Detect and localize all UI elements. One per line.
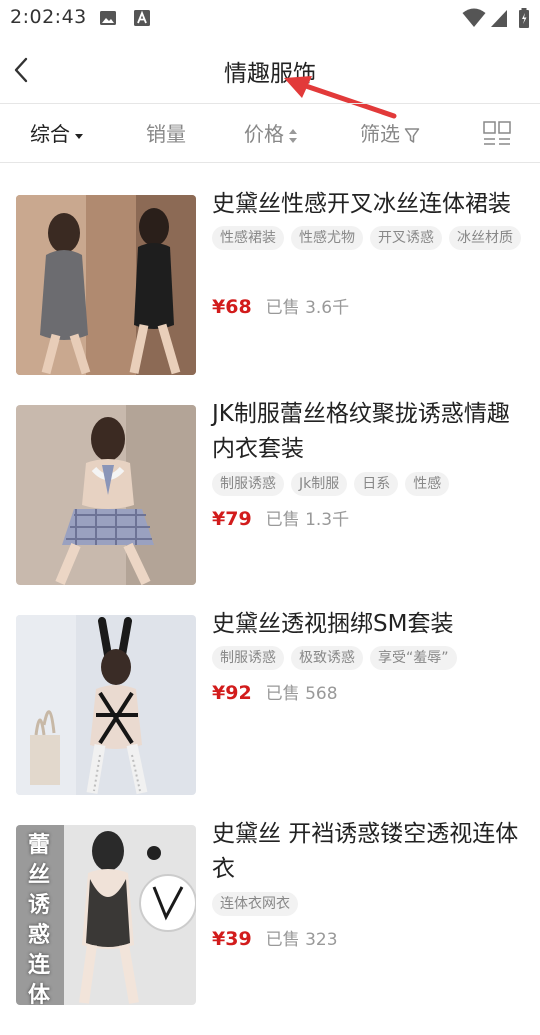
product-tag: 冰丝材质 <box>449 226 521 250</box>
image-icon <box>100 11 116 25</box>
tab-sales[interactable]: 销量 <box>146 121 186 147</box>
product-card[interactable]: JK制服蕾丝格纹聚拢诱惑情趣内衣套装 制服诱惑 Jk制服 日系 性感 ¥79 已售… <box>0 401 540 615</box>
product-price: ¥68 <box>212 296 252 318</box>
dropdown-caret-icon <box>75 133 83 139</box>
price-line: ¥39 已售 323 <box>212 926 338 952</box>
grid-view-icon[interactable] <box>483 121 511 147</box>
wifi-icon <box>462 8 486 27</box>
battery-icon <box>519 8 529 28</box>
status-bar: 2:02:43 <box>0 0 540 36</box>
sold-count: 已售 568 <box>265 684 338 704</box>
page-title: 情趣服饰 <box>224 61 316 87</box>
product-tag: 开叉诱惑 <box>370 226 442 250</box>
product-price: ¥92 <box>212 682 252 704</box>
tab-filter[interactable]: 筛选 <box>360 121 420 147</box>
filter-icon <box>404 127 420 143</box>
product-price: ¥79 <box>212 508 252 530</box>
price-line: ¥68 已售 3.6千 <box>212 294 349 320</box>
tab-label: 筛选 <box>360 122 400 146</box>
product-tag: 制服诱惑 <box>212 646 284 670</box>
product-tag: 享受“羞辱” <box>370 646 457 670</box>
status-time: 2:02:43 <box>10 6 87 28</box>
product-image <box>16 405 196 585</box>
product-tag: 性感尤物 <box>291 226 363 250</box>
tab-label: 综合 <box>30 122 70 146</box>
product-card[interactable]: 史黛丝性感开叉冰丝连体裙装 性感裙装 性感尤物 开叉诱惑 冰丝材质 ¥68 已售 … <box>0 191 540 405</box>
sold-count: 已售 323 <box>265 930 338 950</box>
product-tag: 性感 <box>405 472 450 496</box>
tab-label: 销量 <box>146 122 186 146</box>
product-image <box>16 615 196 795</box>
product-card[interactable]: 蕾丝诱惑连体 史黛丝 开裆诱惑镂空透视连体衣 连体衣网衣 ¥39 已售 323 <box>0 821 540 1035</box>
product-title[interactable]: 史黛丝透视捆绑SM套装 <box>212 607 530 642</box>
product-tag: 制服诱惑 <box>212 472 284 496</box>
filter-bar: 综合 销量 价格 筛选 <box>0 103 540 163</box>
sold-count: 已售 3.6千 <box>265 298 350 318</box>
product-card[interactable]: 史黛丝透视捆绑SM套装 制服诱惑 极致诱惑 享受“羞辱” ¥92 已售 568 <box>0 611 540 825</box>
cellular-icon <box>491 10 507 27</box>
tab-price[interactable]: 价格 <box>244 121 298 147</box>
app-header: 情趣服饰 <box>0 36 540 104</box>
price-line: ¥79 已售 1.3千 <box>212 506 349 532</box>
product-tag: Jk制服 <box>291 472 348 496</box>
product-title[interactable]: 史黛丝 开裆诱惑镂空透视连体衣 <box>212 817 530 887</box>
tab-comprehensive[interactable]: 综合 <box>30 121 84 147</box>
product-tags: 性感裙装 性感尤物 开叉诱惑 冰丝材质 <box>212 226 530 250</box>
product-image <box>16 195 196 375</box>
product-title[interactable]: JK制服蕾丝格纹聚拢诱惑情趣内衣套装 <box>212 397 530 467</box>
product-image: 蕾丝诱惑连体 <box>16 825 196 1005</box>
sold-count: 已售 1.3千 <box>265 510 350 530</box>
product-tag: 性感裙装 <box>212 226 284 250</box>
tab-label: 价格 <box>244 122 284 146</box>
sort-updown-icon <box>289 128 297 143</box>
product-tag: 连体衣网衣 <box>212 892 298 916</box>
product-tag: 日系 <box>354 472 399 496</box>
product-tag: 极致诱惑 <box>291 646 363 670</box>
product-tags: 制服诱惑 极致诱惑 享受“羞辱” <box>212 646 530 670</box>
product-title[interactable]: 史黛丝性感开叉冰丝连体裙装 <box>212 187 530 222</box>
product-price: ¥39 <box>212 928 252 950</box>
product-tags: 制服诱惑 Jk制服 日系 性感 <box>212 472 530 496</box>
font-icon <box>134 10 150 26</box>
thumb-overlay-text: 蕾丝诱惑连体 <box>28 833 51 1005</box>
price-line: ¥92 已售 568 <box>212 680 338 706</box>
product-tags: 连体衣网衣 <box>212 892 530 916</box>
